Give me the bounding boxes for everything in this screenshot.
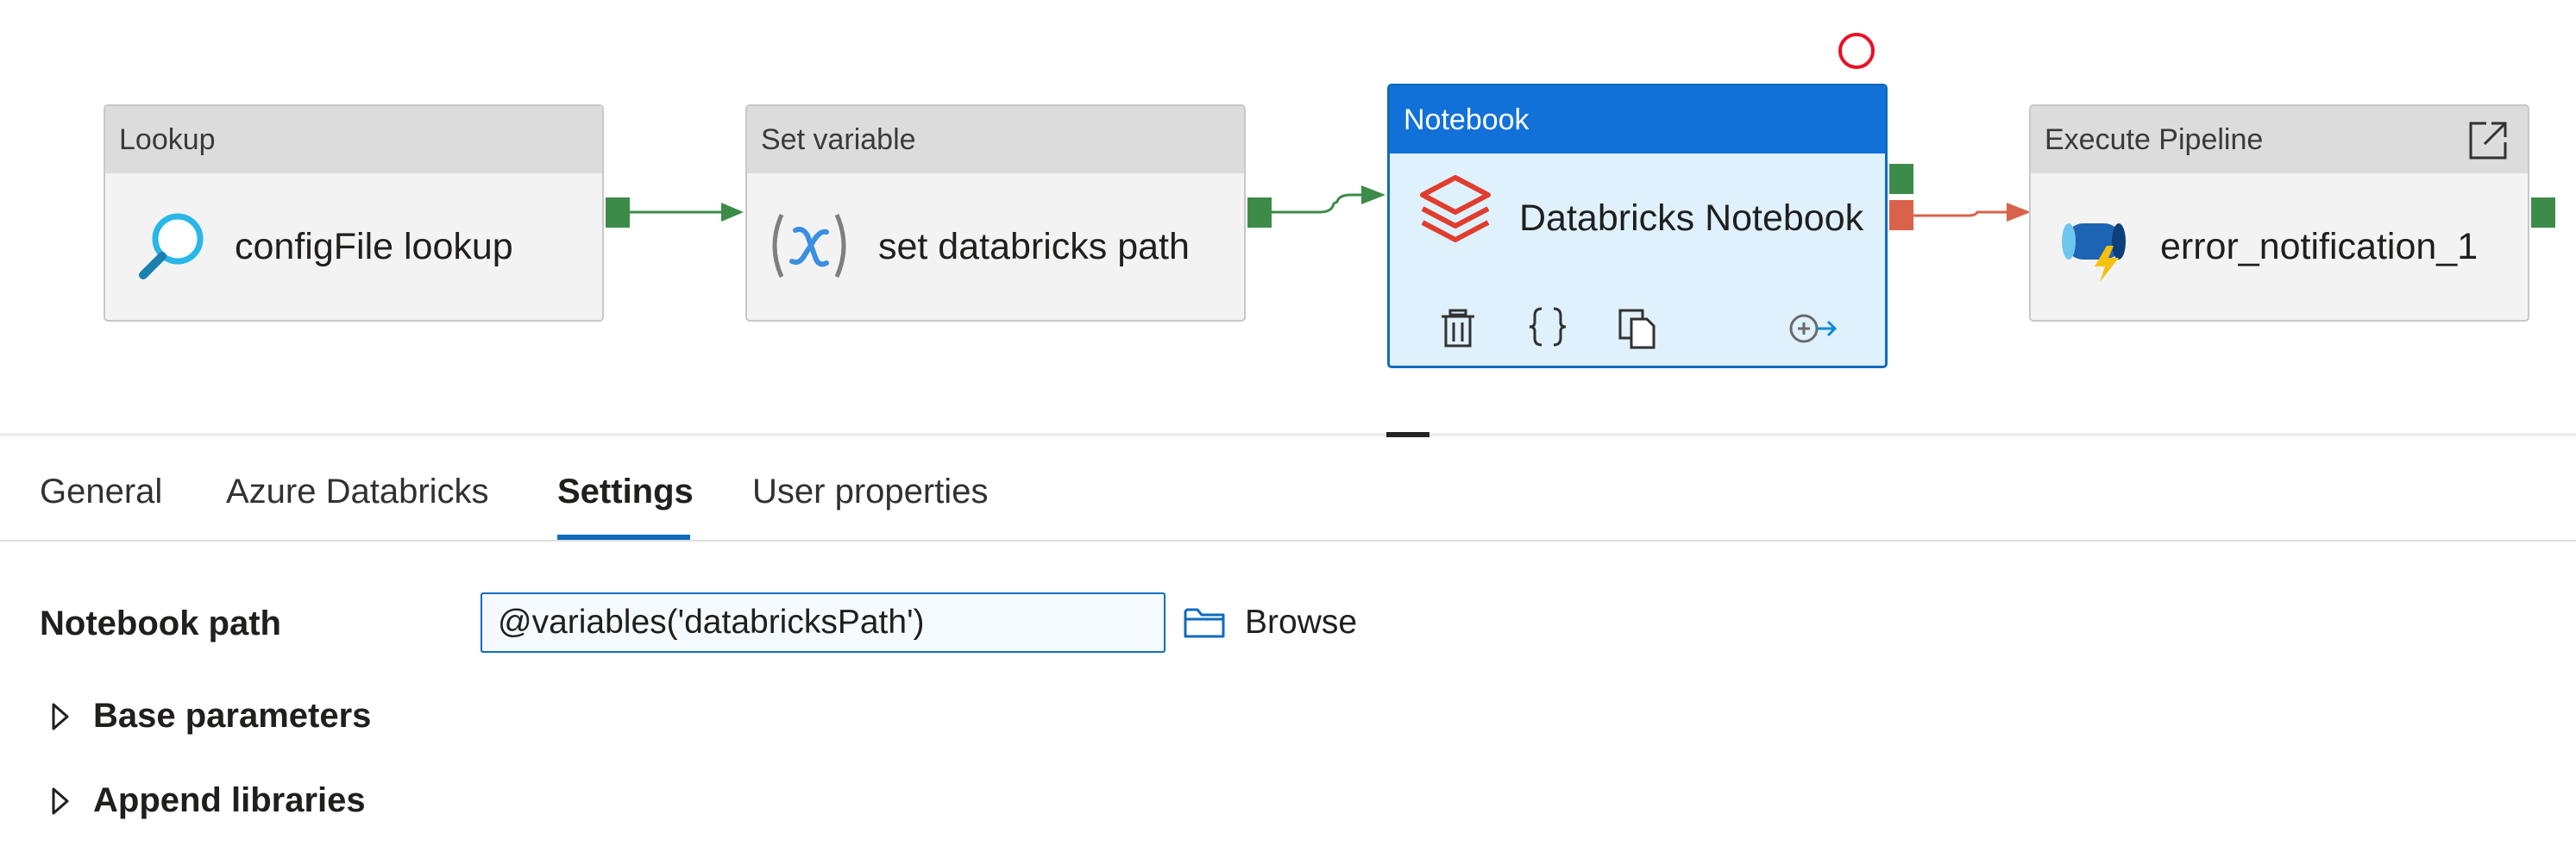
notebook-path-label: Notebook path bbox=[40, 605, 281, 642]
activity-type-label: Set variable bbox=[747, 106, 1244, 173]
activity-name: set databricks path bbox=[878, 226, 1190, 267]
execute-pipeline-icon bbox=[2062, 223, 2126, 282]
activity-name: Databricks Notebook bbox=[1519, 197, 1864, 239]
pipeline-canvas[interactable]: Lookup configFile lookup Set variable se… bbox=[0, 0, 2576, 433]
activity-set-variable[interactable]: Set variable set databricks path bbox=[745, 104, 1246, 322]
tabs-separator bbox=[0, 540, 2576, 542]
tab-general[interactable]: General bbox=[40, 473, 162, 523]
lookup-success-port[interactable] bbox=[606, 197, 630, 228]
delete-icon[interactable] bbox=[1436, 307, 1480, 350]
magnifier-icon bbox=[139, 213, 204, 279]
activity-type-label: Lookup bbox=[105, 106, 602, 173]
activity-lookup[interactable]: Lookup configFile lookup bbox=[104, 104, 604, 322]
add-output-icon[interactable] bbox=[1787, 307, 1838, 350]
base-parameters-expander[interactable]: Base parameters bbox=[48, 697, 371, 736]
notebook-path-input[interactable] bbox=[481, 592, 1165, 653]
notebook-failure-port[interactable] bbox=[1889, 200, 1913, 230]
base-parameters-label: Base parameters bbox=[93, 697, 372, 735]
append-libraries-expander[interactable]: Append libraries bbox=[48, 781, 366, 820]
activity-type-label: Execute Pipeline bbox=[2031, 106, 2528, 173]
browse-button[interactable]: Browse bbox=[1183, 598, 1357, 647]
chevron-right-icon bbox=[52, 703, 69, 730]
tab-settings[interactable]: Settings bbox=[557, 473, 694, 523]
tab-azure-databricks[interactable]: Azure Databricks bbox=[226, 473, 489, 523]
activity-type-label: Notebook bbox=[1390, 86, 1885, 153]
activity-execute-pipeline[interactable]: Execute Pipeline error_notification_1 bbox=[2029, 104, 2529, 322]
panel-resize-handle[interactable] bbox=[1386, 432, 1429, 437]
copy-icon[interactable] bbox=[1616, 307, 1659, 350]
connector-notebook-failure-to-executepipeline bbox=[1913, 210, 2019, 217]
browse-label: Browse bbox=[1245, 604, 1358, 641]
connector-arrowhead bbox=[2007, 203, 2031, 222]
activity-name: configFile lookup bbox=[235, 226, 513, 267]
panel-divider bbox=[0, 433, 2576, 436]
databricks-icon bbox=[1420, 175, 1491, 242]
code-braces-icon[interactable] bbox=[1526, 305, 1569, 348]
variable-x-icon bbox=[772, 213, 846, 279]
connector-arrowhead bbox=[721, 203, 744, 222]
activity-name: error_notification_1 bbox=[2160, 226, 2479, 267]
open-external-icon[interactable] bbox=[2467, 118, 2510, 161]
notebook-success-port[interactable] bbox=[1889, 164, 1913, 194]
executepipeline-success-port[interactable] bbox=[2531, 197, 2555, 228]
activity-notebook[interactable]: Notebook Databricks Notebook bbox=[1387, 84, 1888, 368]
chevron-right-icon bbox=[52, 787, 69, 814]
connector-setvariable-to-notebook bbox=[1270, 193, 1372, 214]
connector-arrowhead bbox=[1361, 185, 1385, 204]
tab-user-properties[interactable]: User properties bbox=[752, 473, 988, 523]
setvariable-success-port[interactable] bbox=[1247, 197, 1272, 228]
error-indicator-icon[interactable] bbox=[1838, 33, 1875, 69]
folder-icon bbox=[1184, 608, 1225, 638]
append-libraries-label: Append libraries bbox=[93, 781, 366, 819]
